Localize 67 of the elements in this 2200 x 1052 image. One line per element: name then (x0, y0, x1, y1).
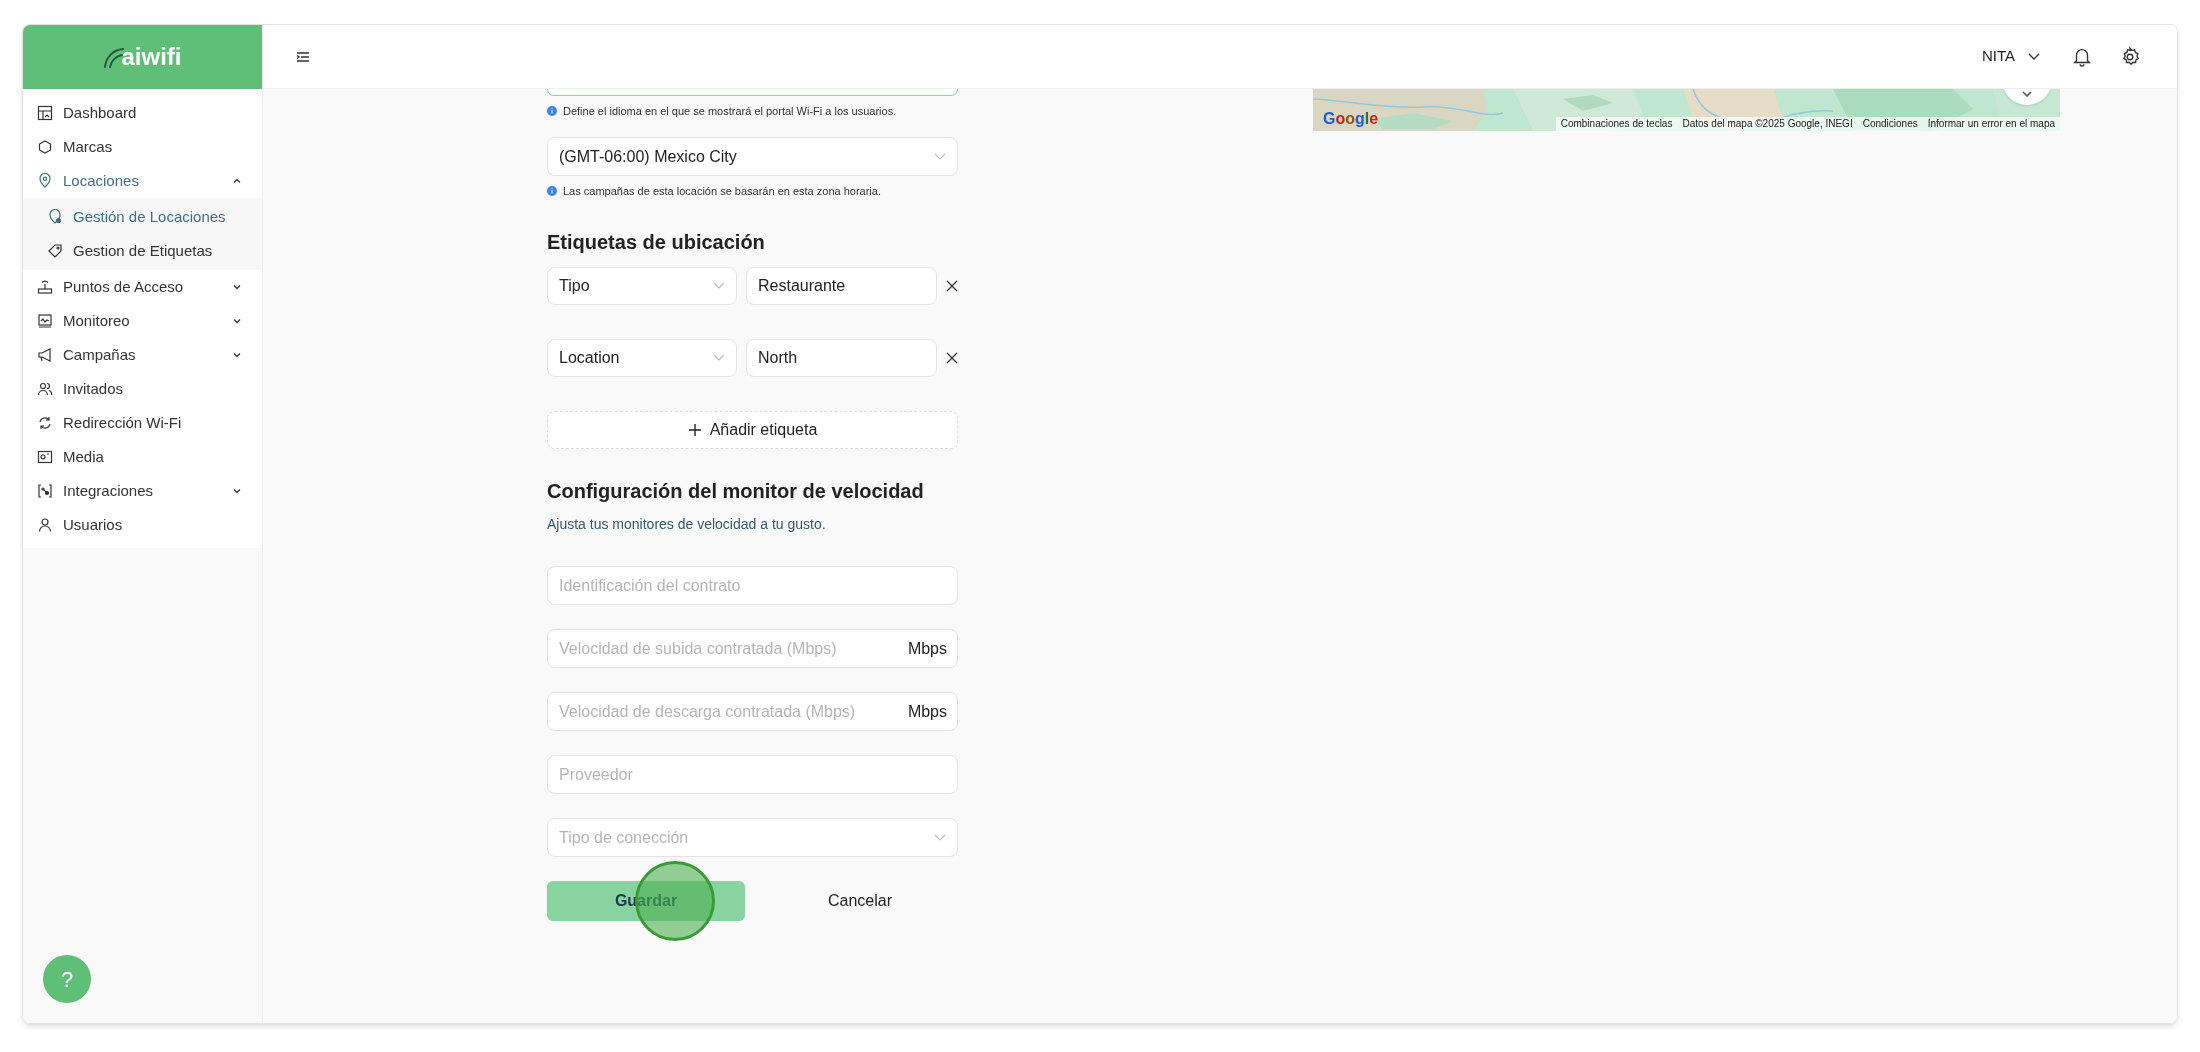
map-attribution-link[interactable]: Condiciones (1857, 117, 1923, 131)
map-attribution-link[interactable]: Datos del mapa ©2025 Google, INEGI (1677, 117, 1858, 131)
map-attribution-link[interactable]: Informar un error en el mapa (1922, 117, 2060, 131)
integration-icon (37, 483, 53, 499)
chevron-down-icon (232, 350, 242, 360)
map[interactable]: Google Combinaciones de teclas Datos del mapa ©2025 Google, INEGI Condiciones Informar un error en el mapa (1313, 89, 2060, 131)
logo-text: aiwifi (121, 45, 182, 69)
tag-value-field[interactable]: North (746, 339, 937, 377)
chevron-down-icon (2022, 91, 2032, 97)
section-heading: Etiquetas de ubicación (547, 230, 766, 255)
router-icon (37, 279, 53, 295)
map-logo: Google (1323, 110, 1379, 128)
sidebar-item[interactable]: Usuarios (23, 508, 262, 542)
map-attribution-link[interactable]: Combinaciones de teclas (1555, 117, 1678, 131)
close-icon[interactable] (946, 280, 958, 292)
sidebar-subitem[interactable]: Gestion de Etiquetas (23, 234, 262, 268)
cancel-button[interactable]: Cancelar (762, 881, 958, 921)
media-icon (37, 449, 53, 465)
sidebar-item[interactable]: Marcas (23, 130, 262, 164)
chevron-down-icon (232, 316, 242, 326)
chevron-down-icon (232, 282, 242, 292)
timezone-select[interactable]: (GMT-06:00) Mexico City (547, 137, 958, 176)
caret-icon (713, 282, 725, 290)
user-menu[interactable]: NITA (1981, 45, 2041, 68)
tag-key-select[interactable]: Location (547, 339, 737, 377)
tag-value-field[interactable]: Restaurante (746, 267, 937, 305)
location-gear-icon (47, 209, 63, 225)
users-icon (37, 381, 53, 397)
megaphone-icon (37, 347, 53, 363)
input-field[interactable]: Identificación del contrato (547, 566, 958, 605)
chevron-up-icon (232, 176, 242, 186)
hexagon-icon (37, 139, 53, 155)
sidebar-item[interactable]: Dashboard (23, 96, 262, 130)
input-field[interactable] (547, 89, 958, 96)
unit-label: Mbps (907, 702, 947, 721)
chevron-down-icon (2027, 51, 2041, 62)
caret-icon (713, 354, 725, 362)
section-heading: Configuración del monitor de velocidad (547, 479, 925, 504)
tag-key-select[interactable]: Tipo (547, 267, 737, 305)
section-subtitle: Ajusta tus monitores de velocidad a tu gusto. (547, 515, 827, 534)
info-icon (547, 186, 557, 196)
sidebar-item[interactable]: Locaciones (23, 164, 262, 198)
tag-icon (47, 243, 63, 259)
hint-text: Las campañas de esta locación se basarán en esta zona horaria. (563, 183, 881, 199)
caret-icon (934, 833, 946, 842)
close-icon[interactable] (946, 352, 958, 364)
sidebar-item[interactable]: Redirección Wi-Fi (23, 406, 262, 440)
location-pin-icon (37, 173, 53, 189)
sidebar-item[interactable]: Campañas (23, 338, 262, 372)
unit-label: Mbps (907, 639, 947, 658)
sidebar-subitem[interactable]: Gestión de Locaciones (23, 200, 262, 234)
monitor-icon (37, 313, 53, 329)
dashboard-icon (37, 105, 53, 121)
sidebar-item[interactable]: Invitados (23, 372, 262, 406)
info-icon (547, 106, 557, 116)
refresh-icon (37, 415, 53, 431)
plus-icon (687, 423, 702, 437)
user-icon (37, 517, 53, 533)
caret-icon (934, 152, 946, 161)
sidebar-item[interactable]: Monitoreo (23, 304, 262, 338)
input-field[interactable]: Proveedor (547, 755, 958, 794)
add-tag-button[interactable]: Añadir etiqueta (547, 411, 958, 449)
sidebar-item[interactable]: Media (23, 440, 262, 474)
sidebar-item[interactable]: Puntos de Acceso (23, 270, 262, 304)
sidebar-item[interactable]: Integraciones (23, 474, 262, 508)
hint-text: Define el idioma en el que se mostrará el portal Wi-Fi a los usuarios. (563, 103, 897, 119)
chevron-down-icon (232, 486, 242, 496)
